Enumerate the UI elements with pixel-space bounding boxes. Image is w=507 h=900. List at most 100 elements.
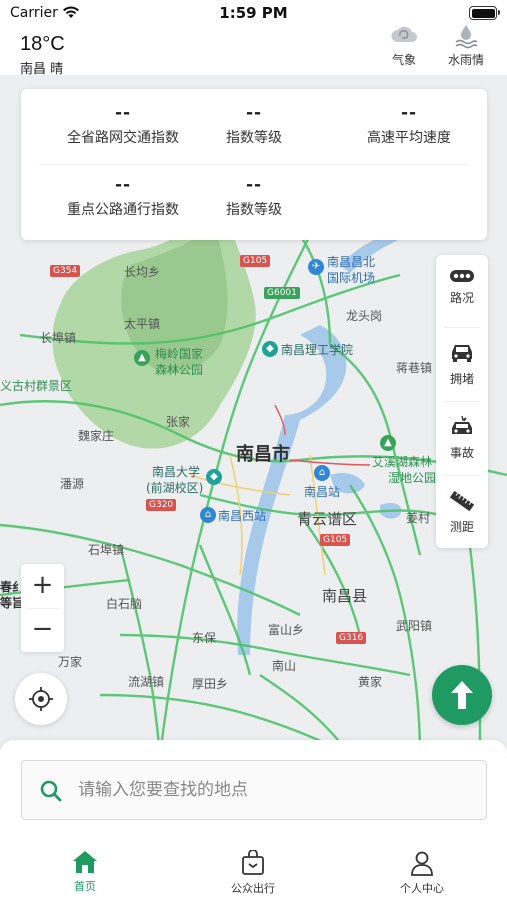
map-label-qingyunpu: 青云谱区	[297, 510, 358, 528]
road-badge: G105	[320, 534, 351, 546]
tab-public-travel[interactable]: 公众出行	[193, 850, 313, 896]
traffic-stats-card: -- 全省路网交通指数 -- 指数等级 -- 高速平均速度 -- 重点公路通行指…	[21, 89, 487, 240]
map-label-fushan: 富山乡	[268, 623, 305, 637]
congestion-car-icon	[452, 345, 472, 362]
map-label-zhanglan: 张家	[166, 415, 191, 429]
stat-key-road-level: -- 指数等级	[174, 175, 334, 219]
map-label-ncz: 南昌站	[304, 485, 341, 499]
weather-button-label: 气象	[391, 53, 416, 67]
map-label-houtian: 厚田乡	[192, 677, 229, 691]
west-station-icon: ⌂	[200, 507, 216, 523]
ruler-icon	[449, 490, 475, 512]
search-icon	[40, 780, 62, 802]
airport-icon: ✈	[308, 259, 324, 275]
navigation-button[interactable]	[432, 665, 492, 725]
map-label-airport-2: 国际机场	[327, 271, 376, 285]
weather-button[interactable]: 气象	[376, 22, 432, 72]
map-label-wuyang: 武阳镇	[396, 619, 433, 633]
road-badge: G6001	[264, 287, 300, 299]
map-label-ncxz: 南昌西站	[218, 509, 267, 523]
stat-highway-speed: -- 高速平均速度	[339, 103, 479, 147]
weather-icon	[376, 22, 432, 50]
tab-label: 公众出行	[231, 882, 275, 895]
road-badge: G316	[336, 632, 367, 644]
tool-measure-button[interactable]: 测距	[436, 476, 488, 548]
map-tools: 路况 拥堵 事故 测距	[436, 255, 488, 548]
tab-bar: 首页 公众出行 个人中心	[0, 840, 507, 900]
map-label-changfu: 长埠镇	[40, 331, 77, 345]
map-label-jiangyuan: 蒋巷镇	[396, 361, 433, 375]
search-input[interactable]	[78, 761, 468, 819]
map-label-nanshan: 南山	[272, 659, 297, 673]
stat-index-level: -- 指数等级	[174, 103, 334, 147]
road-badge: G105	[240, 255, 271, 267]
tool-label: 事故	[449, 446, 474, 460]
search-box[interactable]	[21, 760, 487, 820]
wetland-park-icon: ▲	[380, 435, 396, 451]
traffic-icon	[450, 270, 474, 282]
locate-button[interactable]	[15, 673, 67, 725]
stat-label: 指数等级	[226, 202, 282, 218]
tool-accident-button[interactable]: 事故	[436, 402, 488, 474]
map-label-huangjia: 黄家	[358, 675, 383, 689]
university-icon: ◆	[206, 469, 222, 485]
forest-park-icon: ▲	[134, 350, 150, 366]
tool-label: 拥堵	[449, 372, 474, 386]
map-label-longzhen: 龙头岗	[346, 309, 383, 323]
home-icon	[73, 851, 97, 873]
map-label-liuhu: 流湖镇	[128, 675, 165, 689]
zoom-out-button[interactable]: −	[21, 608, 64, 652]
tab-label: 个人中心	[400, 882, 444, 895]
map-label-shijiang: 石埠镇	[88, 543, 125, 557]
zoom-control: + −	[21, 564, 64, 652]
zoom-in-button[interactable]: +	[21, 564, 64, 608]
station-icon: ⌂	[314, 465, 330, 481]
tab-profile[interactable]: 个人中心	[362, 850, 482, 896]
map-label-city: 南昌市	[236, 444, 290, 465]
search-sheet	[0, 740, 507, 840]
header: 18°C 南昌 晴 气象 水雨情	[0, 25, 507, 77]
map-label-weijia: 魏家庄	[78, 429, 115, 443]
map-label-wanjia: 万家	[58, 655, 83, 669]
map-label-univ-2: (前湖校区)	[146, 481, 204, 495]
tool-label: 测距	[449, 520, 474, 534]
stat-value: --	[245, 175, 263, 195]
map-label-taiping: 太平镇	[124, 317, 161, 331]
tool-traffic-button[interactable]: 路况	[436, 255, 488, 327]
map-label-univ-1: 南昌大学	[152, 465, 201, 479]
tool-label: 路况	[449, 291, 474, 305]
map-label-ligong: 南昌理工学院	[281, 343, 354, 357]
map-label-forest-2: 森林公园	[155, 363, 204, 377]
map-label-airport-1: 南昌昌北	[327, 255, 376, 269]
rain-button-label: 水雨情	[447, 53, 484, 67]
divider	[39, 164, 469, 165]
map-label-forest-1: 梅岭国家	[155, 347, 204, 361]
road-badge: G354	[50, 265, 81, 277]
bag-icon	[242, 850, 264, 875]
clock: 1:59 PM	[219, 4, 288, 22]
map-label-dongbao: 东保	[192, 631, 217, 645]
water-drop-icon	[438, 22, 494, 50]
map-label-baishi: 白石脑	[106, 597, 143, 611]
road-badge: G320	[146, 499, 177, 511]
map-label-aixi-1: 艾溪湖森林	[372, 455, 433, 469]
map-label-jiangjia: 姜村	[406, 511, 431, 525]
map-label-gucun: 义古村群景区	[0, 379, 73, 393]
map-label-changjun: 长均乡	[124, 265, 161, 279]
map-label-county: 南昌县	[322, 587, 368, 605]
tool-congestion-button[interactable]: 拥堵	[436, 328, 488, 400]
rain-button[interactable]: 水雨情	[438, 22, 494, 72]
tab-label: 首页	[74, 880, 96, 893]
temperature: 18°C	[20, 33, 65, 55]
school-icon: ◆	[262, 341, 278, 357]
weather-city-condition: 南昌 晴	[20, 62, 64, 77]
user-icon	[411, 851, 433, 876]
crosshair-icon	[29, 687, 53, 711]
map-label-pandan: 潘源	[60, 477, 85, 491]
battery-icon	[469, 6, 500, 20]
navigate-arrow-icon	[451, 681, 473, 709]
stat-value: --	[400, 103, 418, 123]
tab-home[interactable]: 首页	[25, 850, 145, 894]
map-label-aixi-2: 湿地公园	[388, 471, 437, 485]
accident-icon	[452, 416, 472, 434]
